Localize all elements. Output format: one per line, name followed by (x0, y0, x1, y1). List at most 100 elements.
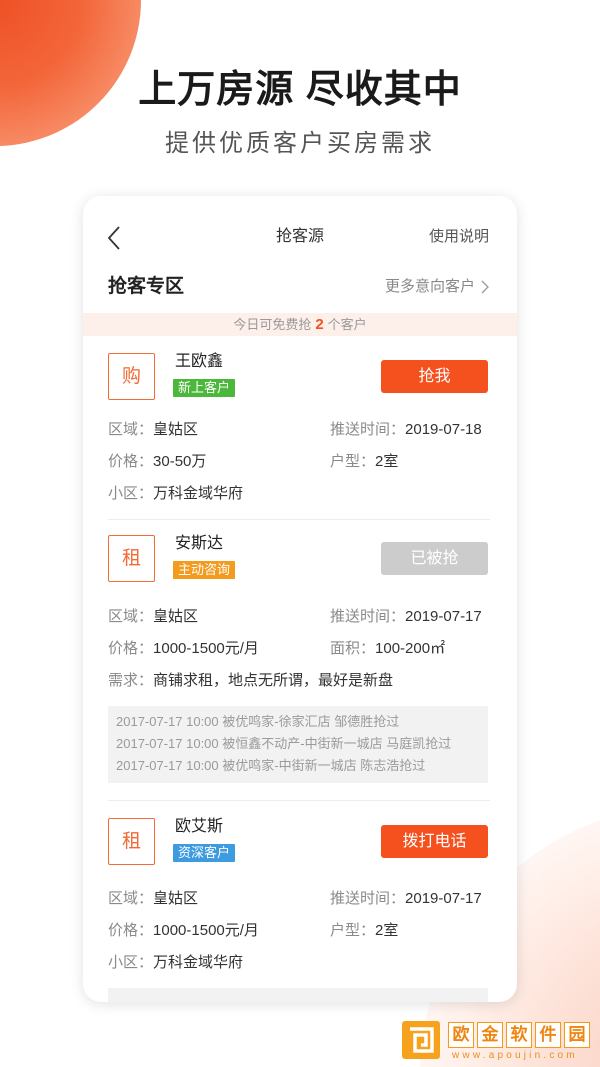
customer-card: 购 王欧鑫 新上客户 抢我 区域：皇姑区 推送时间：2019-07-18 价格：… (83, 353, 517, 502)
type-badge: 租 (108, 818, 155, 865)
free-quota-banner: 今日可免费抢 2 个客户 (83, 313, 517, 336)
divider (108, 800, 490, 801)
detail-cell: 区域：皇姑区 (108, 883, 198, 915)
detail-row: 价格：30-50万 户型：2室 (108, 446, 490, 478)
detail-cell: 推送时间：2019-07-18 (330, 414, 482, 446)
history-line: 2017-07-17 10:00 被恒鑫不动产-中街新一城店 马庭凯抢过 (116, 736, 452, 751)
field-value: 2019-07-17 (405, 608, 482, 625)
chevron-right-icon (481, 280, 489, 294)
more-customers-link[interactable]: 更多意向客户 (385, 277, 489, 297)
grab-history-box: 2017-07-17 10:00 被优鸣家-徐家汇店 邹德胜抢过 2017-07… (108, 706, 488, 783)
detail-cell: 区域：皇姑区 (108, 414, 198, 446)
history-line: 2017-07-17 10:00 被优鸣家-徐家汇店 邹德胜抢过 (116, 714, 400, 729)
field-value: 30-50万 (153, 453, 207, 470)
field-label: 小区： (108, 485, 154, 502)
detail-row: 价格：1000-1500元/月 面积：100-200㎡ (108, 633, 490, 665)
field-value: 商铺求租，地点无所谓，最好是新盘 (153, 672, 394, 689)
field-label: 面积： (330, 640, 376, 657)
quota-suffix: 个客户 (327, 317, 367, 332)
detail-row: 区域：皇姑区 推送时间：2019-07-17 (108, 601, 490, 633)
detail-cell: 户型：2室 (330, 915, 398, 947)
field-label: 区域： (108, 890, 154, 907)
app-screen-card: 抢客源 使用说明 抢客专区 更多意向客户 今日可免费抢 2 个客户 购 王欧鑫 新上… (83, 196, 517, 1002)
watermark-char: 件 (535, 1022, 561, 1048)
watermark-name: 欧 金 软 件 园 (448, 1022, 593, 1048)
detail-row: 需求：商铺求租，地点无所谓，最好是新盘 (108, 665, 490, 697)
detail-row: 价格：1000-1500元/月 户型：2室 (108, 915, 490, 947)
more-customers-label: 更多意向客户 (384, 278, 475, 295)
field-label: 区域： (108, 608, 154, 625)
watermark-char: 金 (477, 1022, 503, 1048)
field-value: 万科金域华府 (153, 954, 244, 971)
field-label: 推送时间： (330, 890, 406, 907)
already-grabbed-button: 已被抢 (381, 542, 488, 575)
field-value: 1000-1500元/月 (153, 640, 259, 657)
field-value: 2019-07-18 (405, 421, 482, 438)
section-title: 抢客专区 (108, 276, 185, 297)
detail-cell: 面积：100-200㎡ (330, 633, 445, 665)
field-label: 区域： (108, 421, 154, 438)
customer-tag: 资深客户 (173, 844, 236, 862)
detail-row: 小区：万科金域华府 (108, 947, 490, 979)
detail-cell: 推送时间：2019-07-17 (330, 883, 482, 915)
field-label: 户型： (330, 453, 376, 470)
field-value: 皇姑区 (153, 608, 199, 625)
detail-row: 区域：皇姑区 推送时间：2019-07-18 (108, 414, 490, 446)
field-label: 小区： (108, 954, 154, 971)
subheadline: 提供优质客户买房需求 (165, 130, 435, 157)
field-value: 1000-1500元/月 (153, 922, 259, 939)
field-value: 2室 (375, 922, 399, 939)
field-label: 价格： (108, 922, 154, 939)
site-watermark-logo: 欧 金 软 件 园 www.apoujin.com (400, 1019, 592, 1063)
detail-row: 区域：皇姑区 推送时间：2019-07-17 (108, 883, 490, 915)
watermark-char: 软 (506, 1022, 532, 1048)
detail-cell: 小区：万科金域华府 (108, 947, 243, 979)
usage-guide-link[interactable]: 使用说明 (429, 227, 489, 247)
field-label: 推送时间： (330, 421, 406, 438)
type-badge: 购 (108, 353, 155, 400)
field-label: 推送时间： (330, 608, 406, 625)
field-label: 需求： (108, 672, 154, 689)
field-label: 价格： (108, 640, 154, 657)
detail-cell: 区域：皇姑区 (108, 601, 198, 633)
watermark-url: www.apoujin.com (452, 1050, 578, 1061)
detail-cell: 价格：1000-1500元/月 (108, 915, 259, 947)
field-label: 户型： (330, 922, 376, 939)
customer-card: 租 安斯达 主动咨询 已被抢 区域：皇姑区 推送时间：2019-07-17 价格… (83, 535, 517, 783)
customer-details: 区域：皇姑区 推送时间：2019-07-17 价格：1000-1500元/月 户… (108, 883, 490, 979)
type-badge: 租 (108, 535, 155, 582)
field-value: 皇姑区 (153, 890, 199, 907)
call-button[interactable]: 拨打电话 (381, 825, 488, 858)
field-value: 2室 (375, 453, 399, 470)
quota-prefix: 今日可免费抢 (233, 317, 312, 332)
customer-tag: 主动咨询 (173, 561, 236, 579)
field-label: 价格： (108, 453, 154, 470)
field-value: 皇姑区 (153, 421, 199, 438)
quota-count: 2 (315, 316, 324, 333)
grab-button[interactable]: 抢我 (381, 360, 488, 393)
field-value: 万科金域华府 (153, 485, 244, 502)
detail-row: 小区：万科金域华府 (108, 478, 490, 510)
detail-cell: 户型：2室 (330, 446, 398, 478)
customer-card: 租 欧艾斯 资深客户 拨打电话 区域：皇姑区 推送时间：2019-07-17 价… (83, 818, 517, 1002)
customer-name: 安斯达 (175, 535, 224, 552)
field-value: 100-200㎡ (375, 640, 446, 657)
detail-cell: 小区：万科金域华府 (108, 478, 243, 510)
field-value: 2019-07-17 (405, 890, 482, 907)
customer-name: 王欧鑫 (175, 353, 224, 370)
customer-tag: 新上客户 (173, 379, 236, 397)
watermark-char: 园 (564, 1022, 590, 1048)
watermark-char: 欧 (448, 1022, 474, 1048)
detail-cell: 价格：30-50万 (108, 446, 206, 478)
detail-cell: 推送时间：2019-07-17 (330, 601, 482, 633)
grab-history-box-clipped (108, 988, 488, 1002)
customer-name: 欧艾斯 (175, 818, 224, 835)
detail-cell: 价格：1000-1500元/月 (108, 633, 259, 665)
divider (108, 519, 490, 520)
site-logo-icon (402, 1021, 440, 1059)
customer-details: 区域：皇姑区 推送时间：2019-07-17 价格：1000-1500元/月 面… (108, 601, 490, 697)
detail-cell: 需求：商铺求租，地点无所谓，最好是新盘 (108, 665, 393, 697)
history-line: 2017-07-17 10:00 被优鸣家-中街新一城店 陈志浩抢过 (116, 758, 426, 773)
customer-details: 区域：皇姑区 推送时间：2019-07-18 价格：30-50万 户型：2室 小… (108, 414, 490, 510)
headline: 上万房源 尽收其中 (138, 69, 462, 111)
